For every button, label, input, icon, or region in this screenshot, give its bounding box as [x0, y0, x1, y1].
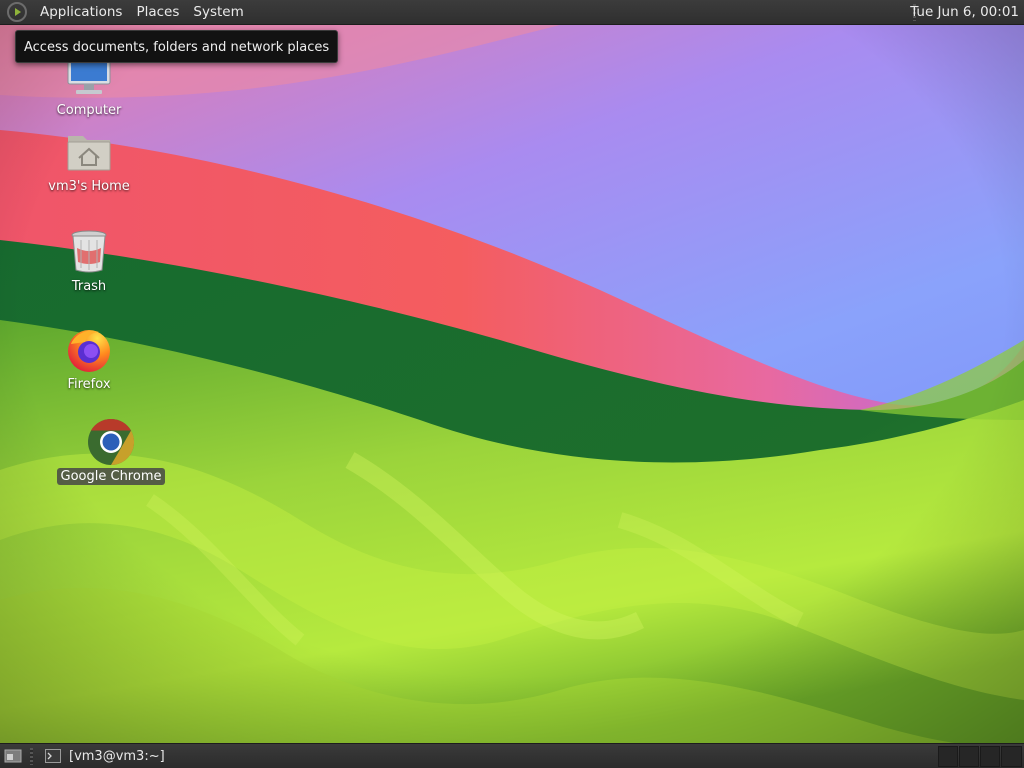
desktop-icon-google-chrome[interactable]: Google Chrome — [56, 418, 166, 485]
desktop-icon-label: Google Chrome — [56, 468, 166, 485]
taskbar-item-terminal[interactable]: [vm3@vm3:~] — [39, 745, 171, 767]
desktop-icon-firefox[interactable]: Firefox — [34, 326, 144, 393]
top-panel: Applications Places System Tue Jun 6, 00… — [0, 0, 1024, 25]
panel-separator — [30, 747, 33, 765]
menu-system[interactable]: System — [186, 0, 250, 25]
chrome-icon — [87, 418, 135, 466]
desktop-icon-home[interactable]: vm3's Home — [34, 128, 144, 195]
menu-applications[interactable]: Applications — [33, 0, 129, 25]
trash-icon — [65, 228, 113, 276]
firefox-icon — [65, 326, 113, 374]
desktop-wallpaper — [0, 0, 1024, 768]
workspace-1[interactable] — [938, 746, 958, 767]
desktop-icon-label: Computer — [56, 103, 122, 118]
desktop-icon-label: Trash — [71, 279, 107, 294]
workspace-2[interactable] — [959, 746, 979, 767]
workspace-3[interactable] — [980, 746, 1000, 767]
desktop-icon-trash[interactable]: Trash — [34, 228, 144, 295]
main-menu-logo-icon[interactable] — [7, 2, 27, 22]
taskbar-item-label: [vm3@vm3:~] — [69, 748, 165, 764]
clock[interactable]: Tue Jun 6, 00:01 — [910, 0, 1019, 25]
show-desktop-button[interactable] — [2, 745, 24, 767]
places-tooltip: Access documents, folders and network pl… — [15, 30, 339, 63]
bottom-panel: [vm3@vm3:~] — [0, 743, 1024, 768]
desktop-icon-label: vm3's Home — [48, 179, 130, 194]
terminal-icon — [45, 749, 61, 763]
workspace-4[interactable] — [1001, 746, 1022, 767]
desktop-icon-label: Firefox — [67, 377, 111, 392]
show-desktop-icon — [4, 749, 22, 763]
menu-places[interactable]: Places — [129, 0, 186, 25]
home-folder-icon — [65, 128, 113, 176]
